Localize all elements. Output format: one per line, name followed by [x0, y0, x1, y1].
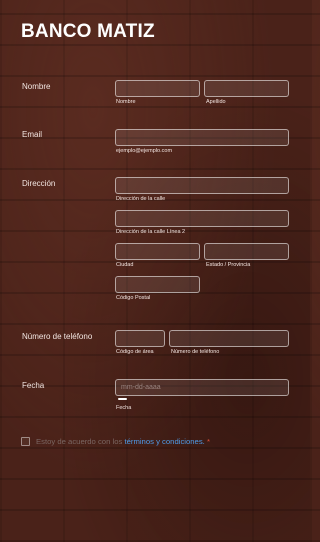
- terms-consent-text: Estoy de acuerdo con los términos y cond…: [20, 436, 210, 447]
- email-label: Email: [22, 130, 43, 139]
- required-asterisk: *: [206, 437, 210, 446]
- email-input[interactable]: [115, 129, 289, 146]
- form-title: BANCO MATIZ: [21, 21, 155, 42]
- name-label: Nombre: [22, 82, 51, 91]
- terms-text: Estoy de acuerdo con los: [36, 437, 125, 446]
- date-picker-icon[interactable]: [118, 398, 127, 400]
- area-code-input[interactable]: [115, 330, 165, 347]
- city-sublabel: Ciudad: [116, 262, 134, 268]
- zip-input[interactable]: [115, 276, 200, 293]
- street-address-input[interactable]: [115, 177, 289, 194]
- phone-number-input[interactable]: [169, 330, 289, 347]
- state-input[interactable]: [204, 243, 289, 260]
- first-name-sublabel: Nombre: [116, 99, 136, 105]
- street-address-line2-input[interactable]: [115, 210, 289, 227]
- city-input[interactable]: [115, 243, 200, 260]
- zip-sublabel: Código Postal: [116, 295, 151, 301]
- last-name-input[interactable]: [204, 80, 289, 97]
- date-label: Fecha: [22, 381, 45, 390]
- date-sublabel: Fecha: [116, 405, 132, 411]
- phone-number-sublabel: Número de teléfono: [171, 349, 220, 355]
- first-name-input[interactable]: [115, 80, 200, 97]
- phone-label: Número de teléfono: [22, 332, 93, 341]
- date-input[interactable]: mm-dd-aaaa: [115, 379, 289, 396]
- street-address-sublabel: Dirección de la calle: [116, 196, 166, 202]
- street-address-line2-sublabel: Dirección de la calle Línea 2: [116, 229, 186, 235]
- terms-link[interactable]: términos y condiciones.: [124, 437, 204, 446]
- last-name-sublabel: Apellido: [206, 99, 226, 105]
- state-sublabel: Estado / Provincia: [206, 262, 251, 268]
- address-label: Dirección: [22, 179, 56, 188]
- email-sublabel: ejemplo@ejemplo.com: [116, 148, 173, 154]
- area-code-sublabel: Código de área: [116, 349, 154, 355]
